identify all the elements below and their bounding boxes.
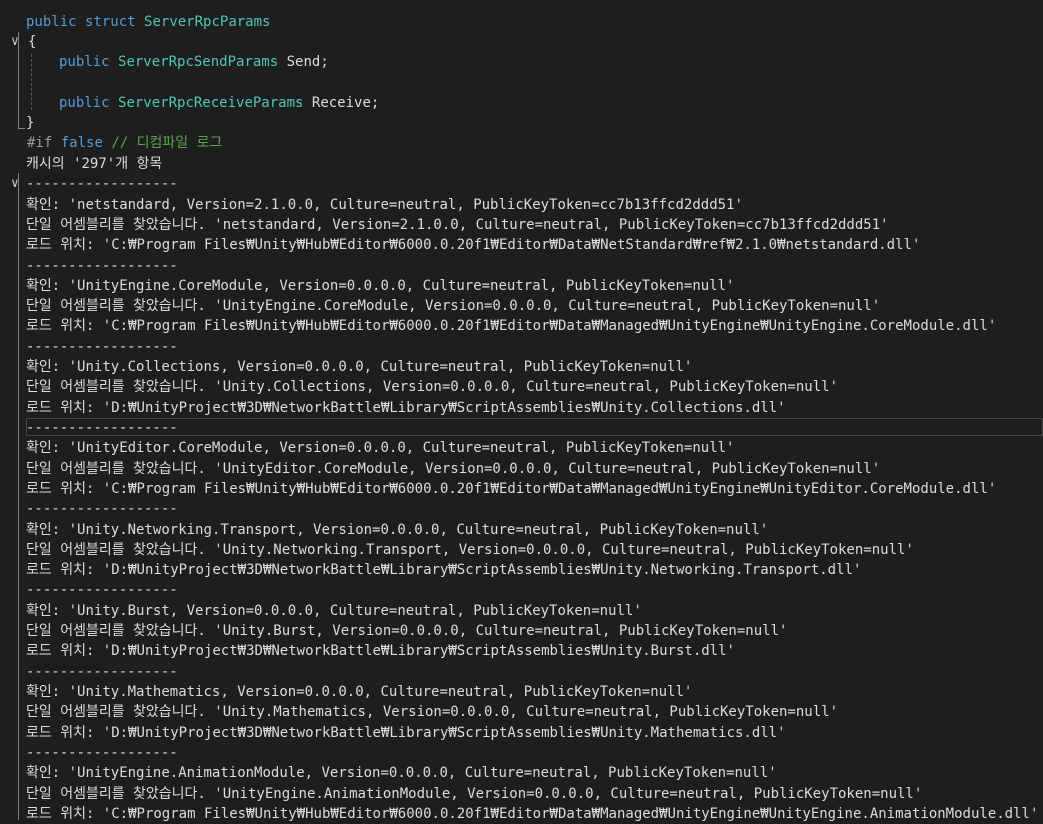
keyword-public: public xyxy=(59,95,110,111)
region-header: 캐시의 '297'개 항목 xyxy=(26,156,163,172)
preprocessor-if: #if xyxy=(27,135,53,151)
log-found-line: 확인: 'Unity.Networking.Transport, Version… xyxy=(26,522,769,538)
log-found-line: 확인: 'netstandard, Version=2.1.0.0, Cultu… xyxy=(26,197,743,213)
code-line-directive[interactable]: #if false // 디컴파일 로그 xyxy=(0,133,1043,153)
keyword-false: false xyxy=(60,135,103,151)
log-load-line: 로드 위치: 'C:₩Program Files₩Unity₩Hub₩Edito… xyxy=(26,318,997,334)
code-line-struct[interactable]: ∨ public struct ServerRpcParams xyxy=(0,12,1043,49)
keyword-public: public xyxy=(59,54,110,70)
log-load-line: 로드 위치: 'D:₩UnityProject₩3D₩NetworkBattle… xyxy=(26,562,862,578)
keyword-struct: struct xyxy=(85,14,136,30)
log-separator: ------------------ xyxy=(26,582,178,598)
comment-decompile-log: // 디컴파일 로그 xyxy=(111,135,223,151)
log-single-line: 단일 어셈블리를 찾았습니다. 'Unity.Collections, Vers… xyxy=(26,379,838,395)
field-name: Receive; xyxy=(311,95,380,111)
code-editor[interactable]: ∨ public struct ServerRpcParams { public… xyxy=(0,0,1043,822)
log-single-line: 단일 어셈블리를 찾았습니다. 'UnityEngine.AnimationMo… xyxy=(26,786,923,802)
code-line-field-receive[interactable]: public ServerRpcReceiveParams Receive; xyxy=(0,93,1043,113)
log-separator: ------------------ xyxy=(26,339,178,355)
code-line-field-send[interactable]: public ServerRpcSendParams Send; xyxy=(0,52,1043,72)
log-load-line: 로드 위치: 'D:₩UnityProject₩3D₩NetworkBattle… xyxy=(26,400,786,416)
log-separator: ------------------ xyxy=(26,420,178,436)
log-found-line: 확인: 'Unity.Burst, Version=0.0.0.0, Cultu… xyxy=(26,603,642,619)
open-brace: { xyxy=(28,34,37,50)
log-separator: ------------------ xyxy=(26,176,178,192)
keyword-public: public xyxy=(26,14,77,30)
log-load-line: 로드 위치: 'C:₩Program Files₩Unity₩Hub₩Edito… xyxy=(26,481,997,497)
log-found-line: 확인: 'Unity.Mathematics, Version=0.0.0.0,… xyxy=(26,684,693,700)
log-load-line: 로드 위치: 'D:₩UnityProject₩3D₩NetworkBattle… xyxy=(26,643,735,659)
field-type: ServerRpcReceiveParams xyxy=(118,95,304,111)
field-type: ServerRpcSendParams xyxy=(118,54,279,70)
log-found-line: 확인: 'UnityEngine.CoreModule, Version=0.0… xyxy=(26,278,735,294)
log-separator: ------------------ xyxy=(26,664,178,680)
log-single-line: 단일 어셈블리를 찾았습니다. 'UnityEngine.CoreModule,… xyxy=(26,298,881,314)
field-name: Send; xyxy=(286,54,329,70)
log-load-line: 로드 위치: 'C:₩Program Files₩Unity₩Hub₩Edito… xyxy=(26,237,921,253)
log-found-line: 확인: 'UnityEngine.AnimationModule, Versio… xyxy=(26,765,777,781)
close-brace: } xyxy=(26,115,35,131)
log-single-line: 단일 어셈블리를 찾았습니다. 'UnityEditor.CoreModule,… xyxy=(26,461,881,477)
log-single-line: 단일 어셈블리를 찾았습니다. 'netstandard, Version=2.… xyxy=(26,217,889,233)
log-load-line: 로드 위치: 'C:₩Program Files₩Unity₩Hub₩Edito… xyxy=(26,806,1039,822)
code-line-close-brace[interactable]: } xyxy=(0,113,1043,133)
log-separator: ------------------ xyxy=(26,258,178,274)
log-single-line: 단일 어셈블리를 찾았습니다. 'Unity.Burst, Version=0.… xyxy=(26,623,788,639)
code-line-region[interactable]: ∨ 캐시의 '297'개 항목 xyxy=(0,154,1043,191)
log-separator: ------------------ xyxy=(26,501,178,517)
log-load-line: 로드 위치: 'D:₩UnityProject₩3D₩NetworkBattle… xyxy=(26,725,786,741)
log-found-line: 확인: 'Unity.Collections, Version=0.0.0.0,… xyxy=(26,359,693,375)
log-found-line: 확인: 'UnityEditor.CoreModule, Version=0.0… xyxy=(26,440,735,456)
code-line-open-brace[interactable]: { xyxy=(0,32,1043,52)
struct-name: ServerRpcParams xyxy=(144,14,271,30)
log-single-line: 단일 어셈블리를 찾았습니다. 'Unity.Networking.Transp… xyxy=(26,542,914,558)
log-single-line: 단일 어셈블리를 찾았습니다. 'Unity.Mathematics, Vers… xyxy=(26,704,838,720)
log-separator: ------------------ xyxy=(26,745,178,761)
